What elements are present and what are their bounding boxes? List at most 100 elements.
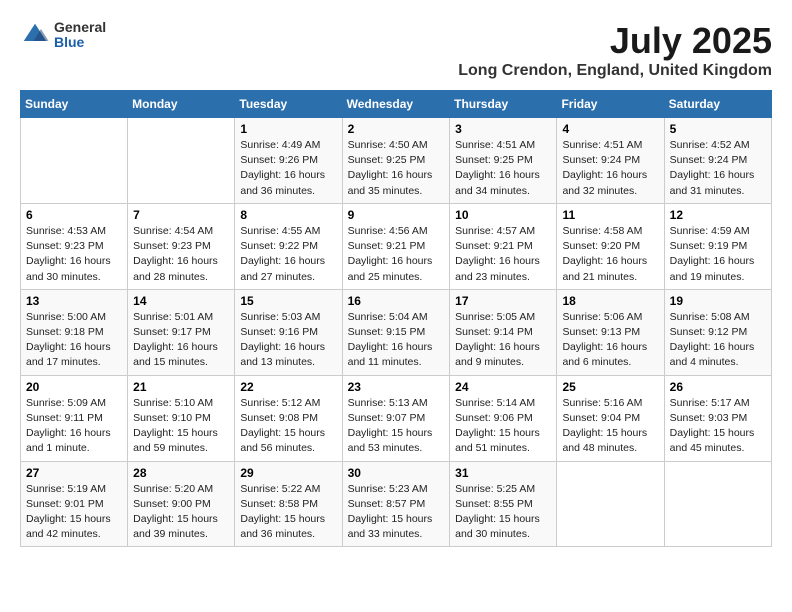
day-number: 25 xyxy=(562,380,658,394)
day-info: Sunrise: 5:09 AM Sunset: 9:11 PM Dayligh… xyxy=(26,396,122,457)
day-info: Sunrise: 4:53 AM Sunset: 9:23 PM Dayligh… xyxy=(26,224,122,285)
calendar-table: SundayMondayTuesdayWednesdayThursdayFrid… xyxy=(20,90,772,547)
day-info: Sunrise: 5:01 AM Sunset: 9:17 PM Dayligh… xyxy=(133,310,229,371)
day-info: Sunrise: 4:55 AM Sunset: 9:22 PM Dayligh… xyxy=(240,224,336,285)
day-number: 12 xyxy=(670,208,766,222)
day-cell xyxy=(664,461,771,547)
day-number: 21 xyxy=(133,380,229,394)
day-number: 16 xyxy=(348,294,445,308)
col-header-friday: Friday xyxy=(557,91,664,118)
day-number: 6 xyxy=(26,208,122,222)
day-cell: 16 Sunrise: 5:04 AM Sunset: 9:15 PM Dayli… xyxy=(342,289,450,375)
day-info: Sunrise: 4:49 AM Sunset: 9:26 PM Dayligh… xyxy=(240,138,336,199)
day-number: 14 xyxy=(133,294,229,308)
day-info: Sunrise: 4:51 AM Sunset: 9:24 PM Dayligh… xyxy=(562,138,658,199)
day-info: Sunrise: 4:58 AM Sunset: 9:20 PM Dayligh… xyxy=(562,224,658,285)
day-info: Sunrise: 4:51 AM Sunset: 9:25 PM Dayligh… xyxy=(455,138,551,199)
day-cell: 26 Sunrise: 5:17 AM Sunset: 9:03 PM Dayli… xyxy=(664,375,771,461)
day-number: 18 xyxy=(562,294,658,308)
day-cell: 23Sunrise: 5:13 AM Sunset: 9:07 PM Dayli… xyxy=(342,375,450,461)
col-header-sunday: Sunday xyxy=(21,91,128,118)
day-number: 23 xyxy=(348,380,445,394)
col-header-wednesday: Wednesday xyxy=(342,91,450,118)
day-info: Sunrise: 5:06 AM Sunset: 9:13 PM Dayligh… xyxy=(562,310,658,371)
week-row-5: 27 Sunrise: 5:19 AM Sunset: 9:01 PM Dayli… xyxy=(21,461,772,547)
day-number: 3 xyxy=(455,122,551,136)
day-cell xyxy=(557,461,664,547)
day-info: Sunrise: 4:56 AM Sunset: 9:21 PM Dayligh… xyxy=(348,224,445,285)
page-header: General Blue July 2025 Long Crendon, Eng… xyxy=(20,20,772,80)
day-number: 5 xyxy=(670,122,766,136)
day-cell: 4 Sunrise: 4:51 AM Sunset: 9:24 PM Daylig… xyxy=(557,118,664,204)
day-cell: 5 Sunrise: 4:52 AM Sunset: 9:24 PM Daylig… xyxy=(664,118,771,204)
day-cell: 17Sunrise: 5:05 AM Sunset: 9:14 PM Dayli… xyxy=(450,289,557,375)
day-cell: 3 Sunrise: 4:51 AM Sunset: 9:25 PM Daylig… xyxy=(450,118,557,204)
day-info: Sunrise: 5:22 AM Sunset: 8:58 PM Dayligh… xyxy=(240,482,336,543)
day-cell: 6 Sunrise: 4:53 AM Sunset: 9:23 PM Daylig… xyxy=(21,203,128,289)
week-row-3: 13 Sunrise: 5:00 AM Sunset: 9:18 PM Dayli… xyxy=(21,289,772,375)
col-header-saturday: Saturday xyxy=(664,91,771,118)
day-info: Sunrise: 5:23 AM Sunset: 8:57 PM Dayligh… xyxy=(348,482,445,543)
col-header-tuesday: Tuesday xyxy=(235,91,342,118)
day-number: 26 xyxy=(670,380,766,394)
day-info: Sunrise: 5:20 AM Sunset: 9:00 PM Dayligh… xyxy=(133,482,229,543)
day-number: 7 xyxy=(133,208,229,222)
day-cell xyxy=(21,118,128,204)
day-cell: 14 Sunrise: 5:01 AM Sunset: 9:17 PM Dayli… xyxy=(128,289,235,375)
title-block: July 2025 Long Crendon, England, United … xyxy=(458,20,772,80)
day-number: 28 xyxy=(133,466,229,480)
day-cell: 1Sunrise: 4:49 AM Sunset: 9:26 PM Daylig… xyxy=(235,118,342,204)
day-cell: 22Sunrise: 5:12 AM Sunset: 9:08 PM Dayli… xyxy=(235,375,342,461)
day-cell: 11 Sunrise: 4:58 AM Sunset: 9:20 PM Dayli… xyxy=(557,203,664,289)
day-cell: 27 Sunrise: 5:19 AM Sunset: 9:01 PM Dayli… xyxy=(21,461,128,547)
week-row-2: 6 Sunrise: 4:53 AM Sunset: 9:23 PM Daylig… xyxy=(21,203,772,289)
day-info: Sunrise: 5:10 AM Sunset: 9:10 PM Dayligh… xyxy=(133,396,229,457)
day-cell: 24 Sunrise: 5:14 AM Sunset: 9:06 PM Dayli… xyxy=(450,375,557,461)
header-row: SundayMondayTuesdayWednesdayThursdayFrid… xyxy=(21,91,772,118)
day-cell: 10Sunrise: 4:57 AM Sunset: 9:21 PM Dayli… xyxy=(450,203,557,289)
day-cell: 31 Sunrise: 5:25 AM Sunset: 8:55 PM Dayli… xyxy=(450,461,557,547)
logo: General Blue xyxy=(20,20,106,51)
day-info: Sunrise: 4:54 AM Sunset: 9:23 PM Dayligh… xyxy=(133,224,229,285)
day-cell: 15 Sunrise: 5:03 AM Sunset: 9:16 PM Dayli… xyxy=(235,289,342,375)
day-number: 15 xyxy=(240,294,336,308)
logo-blue: Blue xyxy=(54,35,106,50)
day-cell: 2Sunrise: 4:50 AM Sunset: 9:25 PM Daylig… xyxy=(342,118,450,204)
day-cell: 18 Sunrise: 5:06 AM Sunset: 9:13 PM Dayli… xyxy=(557,289,664,375)
day-info: Sunrise: 4:59 AM Sunset: 9:19 PM Dayligh… xyxy=(670,224,766,285)
col-header-thursday: Thursday xyxy=(450,91,557,118)
day-number: 8 xyxy=(240,208,336,222)
day-info: Sunrise: 5:17 AM Sunset: 9:03 PM Dayligh… xyxy=(670,396,766,457)
location: Long Crendon, England, United Kingdom xyxy=(458,62,772,80)
day-number: 4 xyxy=(562,122,658,136)
day-info: Sunrise: 5:05 AM Sunset: 9:14 PM Dayligh… xyxy=(455,310,551,371)
day-info: Sunrise: 5:19 AM Sunset: 9:01 PM Dayligh… xyxy=(26,482,122,543)
day-number: 13 xyxy=(26,294,122,308)
day-info: Sunrise: 5:14 AM Sunset: 9:06 PM Dayligh… xyxy=(455,396,551,457)
day-cell: 13 Sunrise: 5:00 AM Sunset: 9:18 PM Dayli… xyxy=(21,289,128,375)
day-info: Sunrise: 5:03 AM Sunset: 9:16 PM Dayligh… xyxy=(240,310,336,371)
day-number: 27 xyxy=(26,466,122,480)
logo-general: General xyxy=(54,20,106,35)
day-info: Sunrise: 5:04 AM Sunset: 9:15 PM Dayligh… xyxy=(348,310,445,371)
day-number: 29 xyxy=(240,466,336,480)
day-info: Sunrise: 5:12 AM Sunset: 9:08 PM Dayligh… xyxy=(240,396,336,457)
day-cell: 7 Sunrise: 4:54 AM Sunset: 9:23 PM Daylig… xyxy=(128,203,235,289)
col-header-monday: Monday xyxy=(128,91,235,118)
day-number: 11 xyxy=(562,208,658,222)
day-info: Sunrise: 5:16 AM Sunset: 9:04 PM Dayligh… xyxy=(562,396,658,457)
day-number: 31 xyxy=(455,466,551,480)
day-info: Sunrise: 5:00 AM Sunset: 9:18 PM Dayligh… xyxy=(26,310,122,371)
day-cell: 29 Sunrise: 5:22 AM Sunset: 8:58 PM Dayli… xyxy=(235,461,342,547)
day-info: Sunrise: 4:52 AM Sunset: 9:24 PM Dayligh… xyxy=(670,138,766,199)
day-info: Sunrise: 5:25 AM Sunset: 8:55 PM Dayligh… xyxy=(455,482,551,543)
day-number: 30 xyxy=(348,466,445,480)
day-cell: 30 Sunrise: 5:23 AM Sunset: 8:57 PM Dayli… xyxy=(342,461,450,547)
day-number: 20 xyxy=(26,380,122,394)
day-cell: 9 Sunrise: 4:56 AM Sunset: 9:21 PM Daylig… xyxy=(342,203,450,289)
day-cell: 25 Sunrise: 5:16 AM Sunset: 9:04 PM Dayli… xyxy=(557,375,664,461)
day-number: 24 xyxy=(455,380,551,394)
day-info: Sunrise: 4:50 AM Sunset: 9:25 PM Dayligh… xyxy=(348,138,445,199)
day-cell: 20 Sunrise: 5:09 AM Sunset: 9:11 PM Dayli… xyxy=(21,375,128,461)
day-number: 9 xyxy=(348,208,445,222)
